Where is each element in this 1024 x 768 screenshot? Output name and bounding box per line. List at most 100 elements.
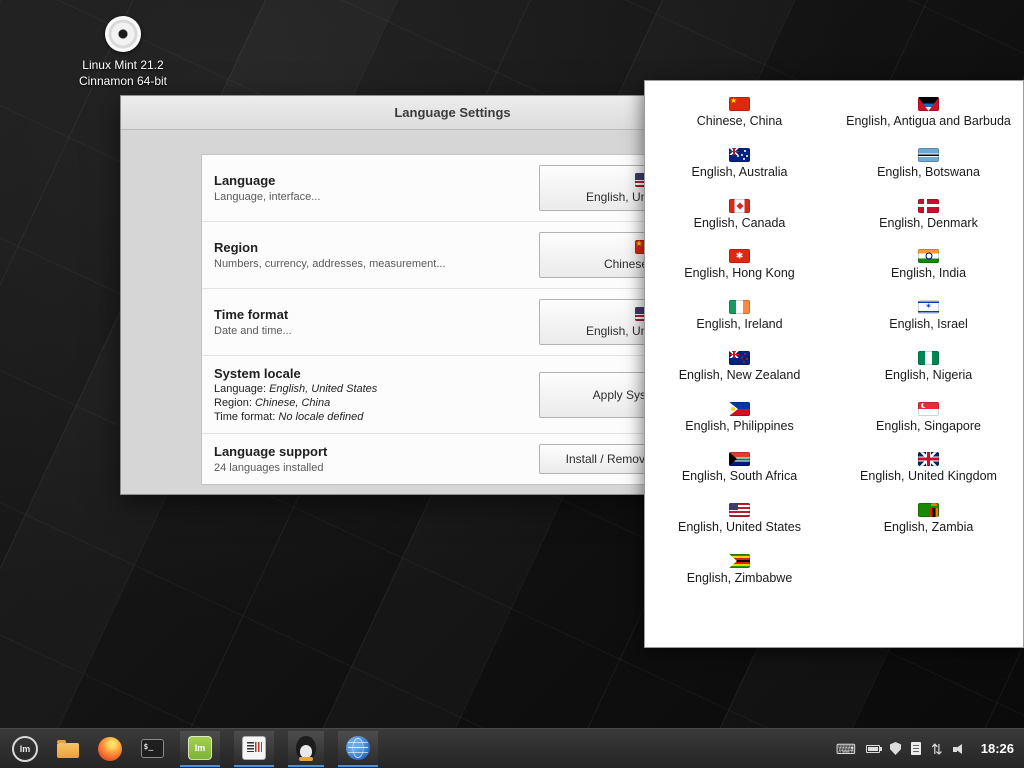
language-settings-app-button[interactable] [234, 731, 274, 767]
row-region-title: Region [214, 240, 446, 255]
language-option-label: English, United States [678, 521, 801, 535]
language-app-icon [242, 736, 266, 760]
firefox-launcher[interactable] [96, 731, 124, 767]
flag-icon [918, 148, 939, 162]
flag-icon [918, 97, 939, 111]
language-option[interactable]: English, India [834, 239, 1023, 290]
language-option-label: English, Philippines [685, 420, 793, 434]
taskbar: lm $_ lm ⌨ ⇅ 18:26 [0, 728, 1024, 768]
language-option[interactable]: English, Zimbabwe [645, 544, 834, 595]
battery-tray-icon[interactable] [866, 745, 880, 753]
window-title: Language Settings [394, 105, 510, 120]
language-option[interactable]: English, Israel [834, 290, 1023, 341]
flag-icon [729, 351, 750, 365]
row-system-locale-title: System locale [214, 366, 377, 381]
language-option[interactable]: English, Botswana [834, 138, 1023, 189]
flag-icon [729, 452, 750, 466]
language-option[interactable]: English, Australia [645, 138, 834, 189]
software-manager-app-button[interactable]: lm [180, 731, 220, 767]
language-option[interactable]: English, Antigua and Barbuda [834, 87, 1023, 138]
flag-icon [729, 300, 750, 314]
language-option[interactable]: Chinese, China [645, 87, 834, 138]
language-list: Chinese, China English, Antigua and Barb… [645, 87, 1023, 595]
mint-logo-icon: lm [12, 736, 38, 762]
language-option[interactable]: English, New Zealand [645, 341, 834, 392]
language-option[interactable]: English, United Kingdom [834, 442, 1023, 493]
language-option[interactable]: English, Philippines [645, 392, 834, 443]
language-option[interactable]: English, Hong Kong [645, 239, 834, 290]
row-language-support-subtitle: 24 languages installed [214, 462, 327, 474]
language-option[interactable]: English, Ireland [645, 290, 834, 341]
desktop-icon-label-line1: Linux Mint 21.2 [82, 58, 163, 72]
language-option-label: English, Zambia [884, 521, 974, 535]
files-launcher[interactable] [54, 731, 82, 767]
language-option-label: English, Canada [694, 217, 786, 231]
language-option-label: English, South Africa [682, 470, 797, 484]
desktop-icon-linux-mint-iso[interactable]: Linux Mint 21.2 Cinnamon 64-bit [64, 16, 182, 89]
language-option-label: English, New Zealand [679, 369, 801, 383]
flag-icon [918, 402, 939, 416]
row-time-format-title: Time format [214, 307, 292, 322]
tux-icon [296, 736, 316, 760]
language-option-label: English, India [891, 267, 966, 281]
row-language-title: Language [214, 173, 320, 188]
flag-icon [729, 148, 750, 162]
terminal-icon: $_ [141, 739, 164, 758]
language-option[interactable]: English, Nigeria [834, 341, 1023, 392]
language-option-label: English, United Kingdom [860, 470, 997, 484]
folder-icon [57, 743, 79, 758]
language-option-label: English, Nigeria [885, 369, 973, 383]
language-option[interactable]: English, United States [645, 493, 834, 544]
locale-language-line: Language: English, United States [214, 383, 377, 395]
desktop-icon-label: Linux Mint 21.2 Cinnamon 64-bit [79, 58, 167, 89]
language-picker-popup: Chinese, China English, Antigua and Barb… [644, 80, 1024, 648]
language-option[interactable]: English, South Africa [645, 442, 834, 493]
language-option-label: English, Australia [692, 166, 788, 180]
language-option-label: English, Israel [889, 318, 968, 332]
volume-tray-icon[interactable] [953, 743, 967, 755]
language-option-label: English, Hong Kong [684, 267, 795, 281]
language-option[interactable]: English, Denmark [834, 189, 1023, 240]
flag-icon [918, 503, 939, 517]
row-language-subtitle: Language, interface... [214, 191, 320, 203]
language-option-label: English, Zimbabwe [687, 572, 793, 586]
mint-app-icon: lm [188, 736, 212, 760]
flag-icon [918, 351, 939, 365]
flag-icon [729, 554, 750, 568]
disc-icon [105, 16, 141, 52]
notes-tray-icon[interactable] [911, 742, 921, 755]
keyboard-tray-icon[interactable]: ⌨ [836, 742, 856, 756]
flag-icon [729, 199, 750, 213]
locale-region-line: Region: Chinese, China [214, 397, 377, 409]
desktop-icon-label-line2: Cinnamon 64-bit [79, 74, 167, 88]
flag-icon [918, 452, 939, 466]
flag-icon [729, 249, 750, 263]
network-tray-icon[interactable]: ⇅ [931, 742, 943, 756]
globe-app-button[interactable] [338, 731, 378, 767]
terminal-launcher[interactable]: $_ [138, 731, 166, 767]
language-option-label: English, Denmark [879, 217, 978, 231]
firefox-icon [98, 737, 122, 761]
row-time-format-subtitle: Date and time... [214, 325, 292, 337]
clock[interactable]: 18:26 [981, 741, 1014, 756]
flag-icon [729, 503, 750, 517]
row-region-subtitle: Numbers, currency, addresses, measuremen… [214, 258, 446, 270]
flag-icon [918, 199, 939, 213]
language-option-label: English, Botswana [877, 166, 980, 180]
language-option[interactable]: English, Singapore [834, 392, 1023, 443]
language-option-label: English, Antigua and Barbuda [846, 115, 1011, 129]
mint-menu-button[interactable]: lm [10, 734, 40, 764]
flag-icon [729, 402, 750, 416]
globe-icon [346, 736, 370, 760]
language-option[interactable]: English, Canada [645, 189, 834, 240]
language-option[interactable]: English, Zambia [834, 493, 1023, 544]
flag-icon [729, 97, 750, 111]
flag-icon [918, 249, 939, 263]
row-language-support-title: Language support [214, 444, 327, 459]
language-option-label: Chinese, China [697, 115, 782, 129]
locale-time-format-line: Time format: No locale defined [214, 411, 377, 423]
shield-tray-icon[interactable] [890, 742, 901, 755]
flag-icon [918, 300, 939, 314]
tux-app-button[interactable] [288, 731, 324, 767]
language-option-label: English, Singapore [876, 420, 981, 434]
